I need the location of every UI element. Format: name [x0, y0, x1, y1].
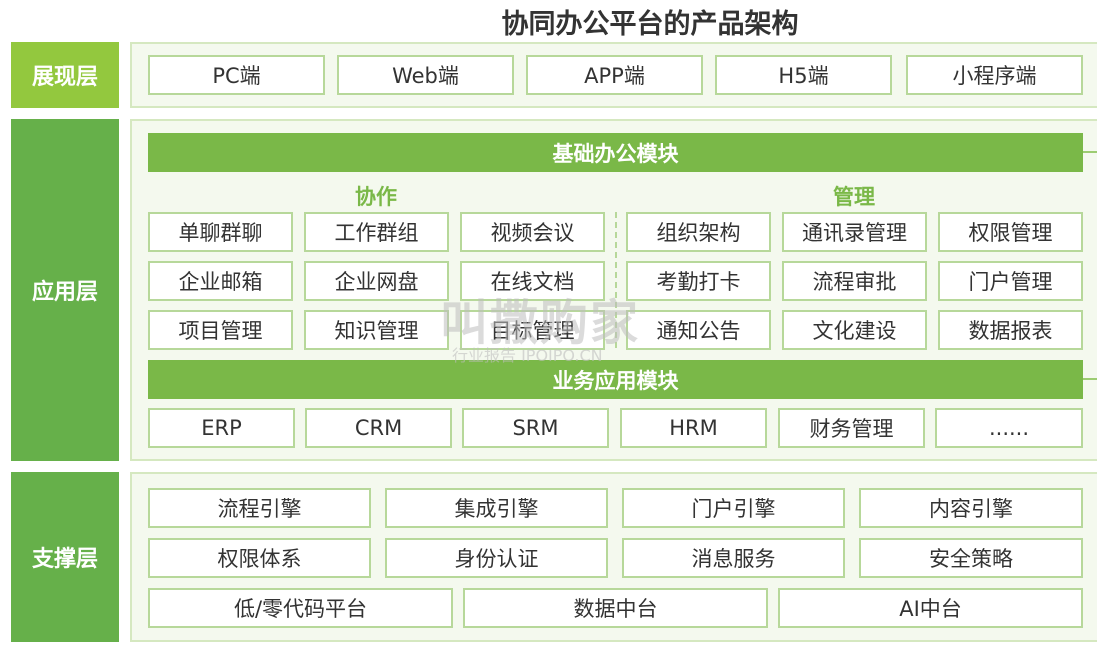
support-item: 流程引擎: [148, 488, 371, 528]
collab-item: 知识管理: [304, 310, 449, 350]
collab-heading: 协作: [355, 185, 397, 209]
manage-item: 数据报表: [938, 310, 1083, 350]
manage-heading: 管理: [833, 185, 875, 209]
manage-item: 通知公告: [626, 310, 771, 350]
support-item: 门户引擎: [622, 488, 845, 528]
collab-item: 视频会议: [460, 212, 605, 252]
support-item: 消息服务: [622, 538, 845, 578]
collab-item: 企业网盘: [304, 261, 449, 301]
bar-connector: [1083, 151, 1097, 153]
manage-item: 通讯录管理: [782, 212, 927, 252]
business-item: CRM: [305, 408, 452, 448]
layer-label-application: 应用层: [11, 119, 119, 461]
support-item: 身份认证: [385, 538, 608, 578]
manage-item: 文化建设: [782, 310, 927, 350]
manage-item: 门户管理: [938, 261, 1083, 301]
presentation-item: Web端: [337, 55, 514, 95]
support-item: 安全策略: [859, 538, 1083, 578]
collab-item: 企业邮箱: [148, 261, 293, 301]
presentation-item: APP端: [526, 55, 703, 95]
business-item: 财务管理: [778, 408, 925, 448]
support-item: AI中台: [778, 588, 1083, 628]
bar-connector: [1083, 378, 1097, 380]
support-item: 权限体系: [148, 538, 371, 578]
layer-label-support: 支撑层: [11, 472, 119, 642]
support-item: 内容引擎: [859, 488, 1083, 528]
presentation-item: H5端: [715, 55, 892, 95]
basic-office-module-bar: 基础办公模块: [148, 133, 1083, 172]
manage-item: 考勤打卡: [626, 261, 771, 301]
presentation-item: 小程序端: [906, 55, 1083, 95]
business-app-module-bar: 业务应用模块: [148, 360, 1083, 399]
manage-item: 组织架构: [626, 212, 771, 252]
support-item: 低/零代码平台: [148, 588, 453, 628]
presentation-item: PC端: [148, 55, 325, 95]
collab-item: 工作群组: [304, 212, 449, 252]
manage-item: 权限管理: [938, 212, 1083, 252]
manage-item: 流程审批: [782, 261, 927, 301]
support-item: 数据中台: [463, 588, 768, 628]
business-item: ERP: [148, 408, 295, 448]
business-item: ......: [935, 408, 1083, 448]
business-item: HRM: [620, 408, 767, 448]
collab-item: 项目管理: [148, 310, 293, 350]
business-item: SRM: [462, 408, 609, 448]
support-item: 集成引擎: [385, 488, 608, 528]
collab-item: 单聊群聊: [148, 212, 293, 252]
watermark-sub: 行业报告 IPOIPO.CN: [452, 346, 603, 365]
layer-label-presentation: 展现层: [11, 42, 119, 108]
diagram-title: 协同办公平台的产品架构: [501, 9, 799, 40]
